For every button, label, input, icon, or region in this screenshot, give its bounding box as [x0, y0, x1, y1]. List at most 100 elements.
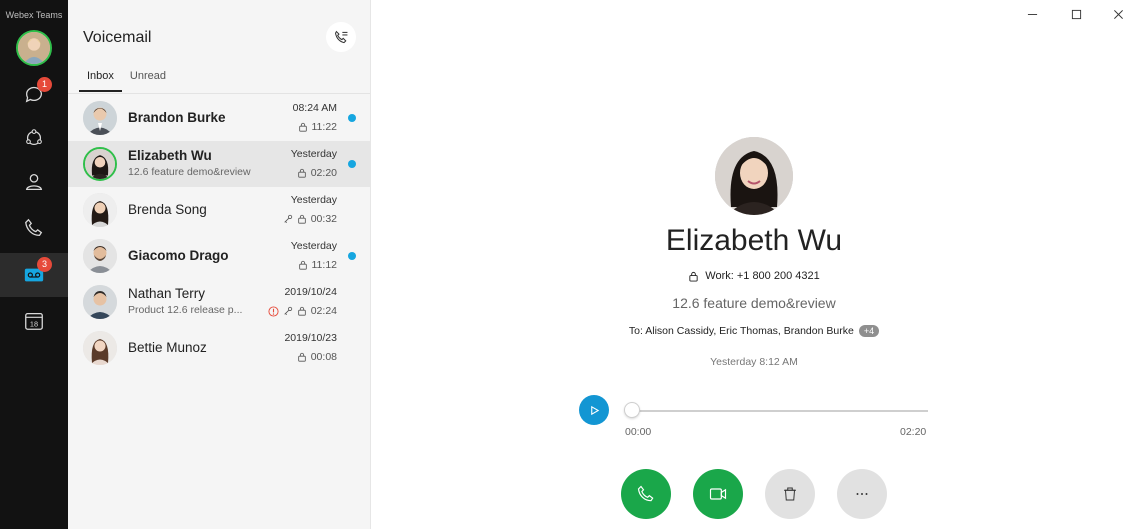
- lock-icon: [298, 122, 307, 132]
- delete-button[interactable]: [765, 469, 815, 519]
- more-options-button[interactable]: [837, 469, 887, 519]
- maximize-button[interactable]: [1066, 4, 1086, 24]
- rail-contacts[interactable]: [0, 160, 68, 204]
- video-icon: [709, 488, 727, 500]
- caller-name: Brenda Song: [128, 202, 207, 217]
- trash-icon: [784, 487, 796, 501]
- lock-icon: [297, 214, 306, 224]
- work-number-text: Work: +1 800 200 4321: [705, 270, 820, 282]
- rail-messaging[interactable]: 1: [0, 72, 68, 116]
- vm-date: Yesterday: [290, 148, 337, 160]
- caller-name: Nathan Terry: [128, 286, 206, 301]
- caller-name: Elizabeth Wu: [128, 148, 212, 163]
- urgent-icon: [268, 305, 279, 317]
- vm-date: Yesterday: [290, 240, 337, 252]
- list-item[interactable]: Brenda Song Yesterday 00:32: [68, 187, 370, 233]
- list-item[interactable]: Brandon Burke 08:24 AM 11:22: [68, 95, 370, 141]
- avatar-image: [715, 137, 793, 215]
- unread-dot: [348, 114, 356, 122]
- vm-subject: 12.6 feature demo&review: [128, 166, 251, 178]
- play-button[interactable]: [579, 395, 609, 425]
- page-title: Voicemail: [83, 29, 152, 46]
- voicemail-settings-button[interactable]: [326, 22, 356, 52]
- avatar: [83, 239, 117, 273]
- playback-scrubber[interactable]: [624, 402, 640, 418]
- person-icon: [25, 174, 43, 190]
- close-icon: [1113, 9, 1123, 19]
- rail-calls[interactable]: [0, 206, 68, 250]
- app-title: Webex Teams: [5, 10, 63, 20]
- vm-duration: 11:22: [298, 121, 338, 133]
- call-back-button[interactable]: [621, 469, 671, 519]
- maximize-icon: [1071, 9, 1081, 19]
- more-icon: [856, 493, 868, 495]
- received-time: Yesterday 8:12 AM: [710, 356, 798, 368]
- caller-name: Brandon Burke: [128, 110, 226, 125]
- avatar: [83, 101, 117, 135]
- tab-unread[interactable]: Unread: [122, 68, 174, 92]
- contact-number: Work: +1 800 200 4321: [560, 270, 948, 282]
- rail-calendar[interactable]: 18: [0, 299, 68, 343]
- voicemail-badge: 3: [37, 257, 52, 272]
- vm-date: 2019/10/23: [284, 332, 337, 344]
- unread-dot: [348, 252, 356, 260]
- caller-name: Bettie Munoz: [128, 340, 207, 355]
- recipients: To: Alison Cassidy, Eric Thomas, Brandon…: [560, 325, 948, 337]
- list-item[interactable]: Nathan Terry Product 12.6 release p... 2…: [68, 279, 370, 325]
- vm-date: 08:24 AM: [292, 102, 337, 114]
- vm-date: Yesterday: [290, 194, 337, 206]
- vm-duration: 02:24: [268, 305, 337, 317]
- calendar-icon: 18: [25, 313, 43, 330]
- avatar: [83, 331, 117, 365]
- avatar: [83, 193, 117, 227]
- list-item[interactable]: Bettie Munoz 2019/10/23 00:08: [68, 325, 370, 371]
- messages-badge: 1: [37, 77, 52, 92]
- unread-dot: [348, 160, 356, 168]
- list-item[interactable]: Elizabeth Wu 12.6 feature demo&review Ye…: [68, 141, 370, 187]
- vm-duration: 11:12: [298, 259, 338, 271]
- lock-icon: [297, 306, 306, 316]
- rail-voicemail[interactable]: 3: [0, 253, 68, 297]
- more-recipients-badge[interactable]: +4: [858, 325, 880, 337]
- vm-date: 2019/10/24: [284, 286, 337, 298]
- key-icon: [284, 214, 292, 224]
- list-item[interactable]: Giacomo Drago Yesterday 11:12: [68, 233, 370, 279]
- tab-inbox[interactable]: Inbox: [79, 68, 122, 92]
- left-rail: Webex Teams 1 3 18: [0, 0, 68, 529]
- tab-bar: Inbox Unread: [79, 68, 174, 92]
- voicemail-list-panel: Voicemail Inbox Unread Brandon Burke 08:…: [68, 0, 371, 529]
- playback-track[interactable]: [626, 410, 928, 412]
- video-call-button[interactable]: [693, 469, 743, 519]
- duration-text: 00:08: [310, 351, 337, 363]
- key-icon: [284, 306, 292, 316]
- rail-teams[interactable]: [0, 116, 68, 160]
- recipients-text: To: Alison Cassidy, Eric Thomas, Brandon…: [628, 325, 854, 337]
- phone-icon: [25, 218, 43, 236]
- close-button[interactable]: [1108, 4, 1128, 24]
- lock-icon: [689, 271, 698, 282]
- phone-voicemail-icon: [334, 30, 347, 43]
- calendar-day: 18: [30, 320, 38, 329]
- avatar: [83, 147, 117, 181]
- avatar: [83, 285, 117, 319]
- duration-text: 11:22: [311, 121, 338, 133]
- avatar-image: [18, 32, 50, 64]
- voicemail-list: Brandon Burke 08:24 AM 11:22 Elizabeth W…: [68, 95, 370, 371]
- voicemail-subject: 12.6 feature demo&review: [672, 295, 836, 311]
- duration-text: 11:12: [311, 259, 338, 271]
- phone-icon: [637, 485, 654, 502]
- lock-icon: [297, 168, 306, 178]
- vm-duration: 02:20: [297, 167, 337, 179]
- vm-subject: Product 12.6 release p...: [128, 304, 243, 316]
- lock-icon: [297, 352, 306, 362]
- my-avatar[interactable]: [16, 30, 52, 66]
- duration-text: 02:24: [310, 305, 337, 317]
- detail-avatar: [715, 137, 793, 215]
- lock-icon: [298, 260, 307, 270]
- minimize-icon: [1027, 13, 1037, 15]
- minimize-button[interactable]: [1022, 4, 1042, 24]
- tab-divider: [68, 93, 370, 94]
- total-time: 02:20: [900, 426, 927, 438]
- duration-text: 00:32: [310, 213, 337, 225]
- duration-text: 02:20: [310, 167, 337, 179]
